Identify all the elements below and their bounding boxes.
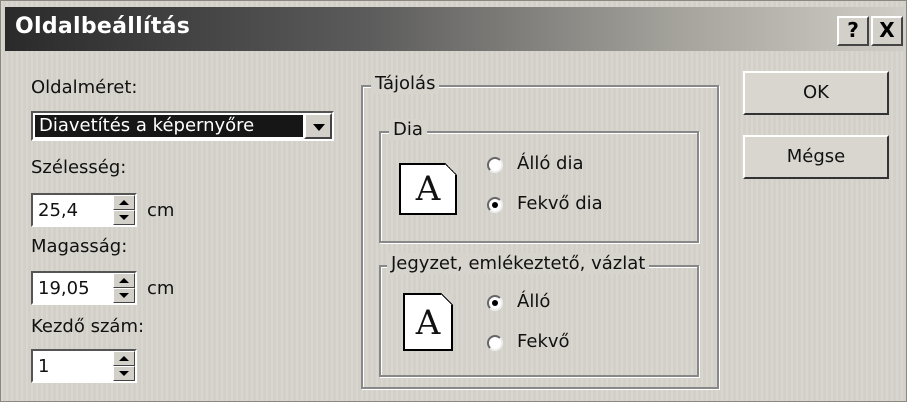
height-unit: cm (147, 278, 175, 299)
radio-slide-portrait[interactable] (487, 157, 503, 173)
notes-group-label: Jegyzet, emlékeztető, vázlat (387, 253, 650, 274)
notes-portrait-label: Álló (517, 291, 551, 312)
slide-landscape-label: Fekvő dia (517, 193, 603, 214)
ok-button[interactable]: OK (743, 71, 889, 115)
slide-portrait-label: Álló dia (517, 153, 584, 174)
page-size-label: Oldalméret: (31, 77, 138, 98)
height-value: 19,05 (38, 278, 90, 299)
spin-up-icon[interactable] (113, 195, 135, 210)
chevron-down-icon[interactable] (304, 113, 332, 139)
start-number-value: 1 (38, 356, 50, 377)
width-spinner[interactable]: 25,4 (31, 193, 137, 227)
start-number-spinner[interactable]: 1 (31, 349, 137, 383)
landscape-page-icon: A (399, 163, 457, 215)
portrait-page-icon: A (403, 293, 453, 351)
page-setup-dialog: Oldalbeállítás ? X Oldalméret: Diavetíté… (0, 0, 907, 402)
cancel-button[interactable]: Mégse (743, 135, 889, 179)
spin-down-icon[interactable] (113, 288, 135, 303)
page-size-select[interactable]: Diavetítés a képernyőre (31, 111, 334, 141)
radio-slide-landscape[interactable] (487, 197, 503, 213)
close-button[interactable]: X (871, 16, 903, 46)
notes-landscape-label: Fekvő (517, 331, 570, 352)
spin-down-icon[interactable] (113, 366, 135, 381)
dialog-title: Oldalbeállítás (15, 14, 191, 39)
height-spinner[interactable]: 19,05 (31, 271, 137, 305)
help-button[interactable]: ? (837, 16, 869, 46)
height-label: Magasság: (31, 236, 128, 257)
title-bar: Oldalbeállítás ? X (5, 7, 904, 51)
spin-up-icon[interactable] (113, 351, 135, 366)
orientation-label: Tájolás (371, 73, 440, 94)
radio-notes-portrait[interactable] (487, 295, 503, 311)
page-size-value: Diavetítés a képernyőre (35, 115, 303, 137)
spin-up-icon[interactable] (113, 273, 135, 288)
slides-group-label: Dia (389, 119, 427, 140)
start-number-label: Kezdő szám: (31, 316, 145, 337)
width-label: Szélesség: (31, 157, 127, 178)
radio-notes-landscape[interactable] (487, 335, 503, 351)
width-value: 25,4 (38, 200, 79, 221)
spin-down-icon[interactable] (113, 210, 135, 225)
width-unit: cm (147, 200, 175, 221)
